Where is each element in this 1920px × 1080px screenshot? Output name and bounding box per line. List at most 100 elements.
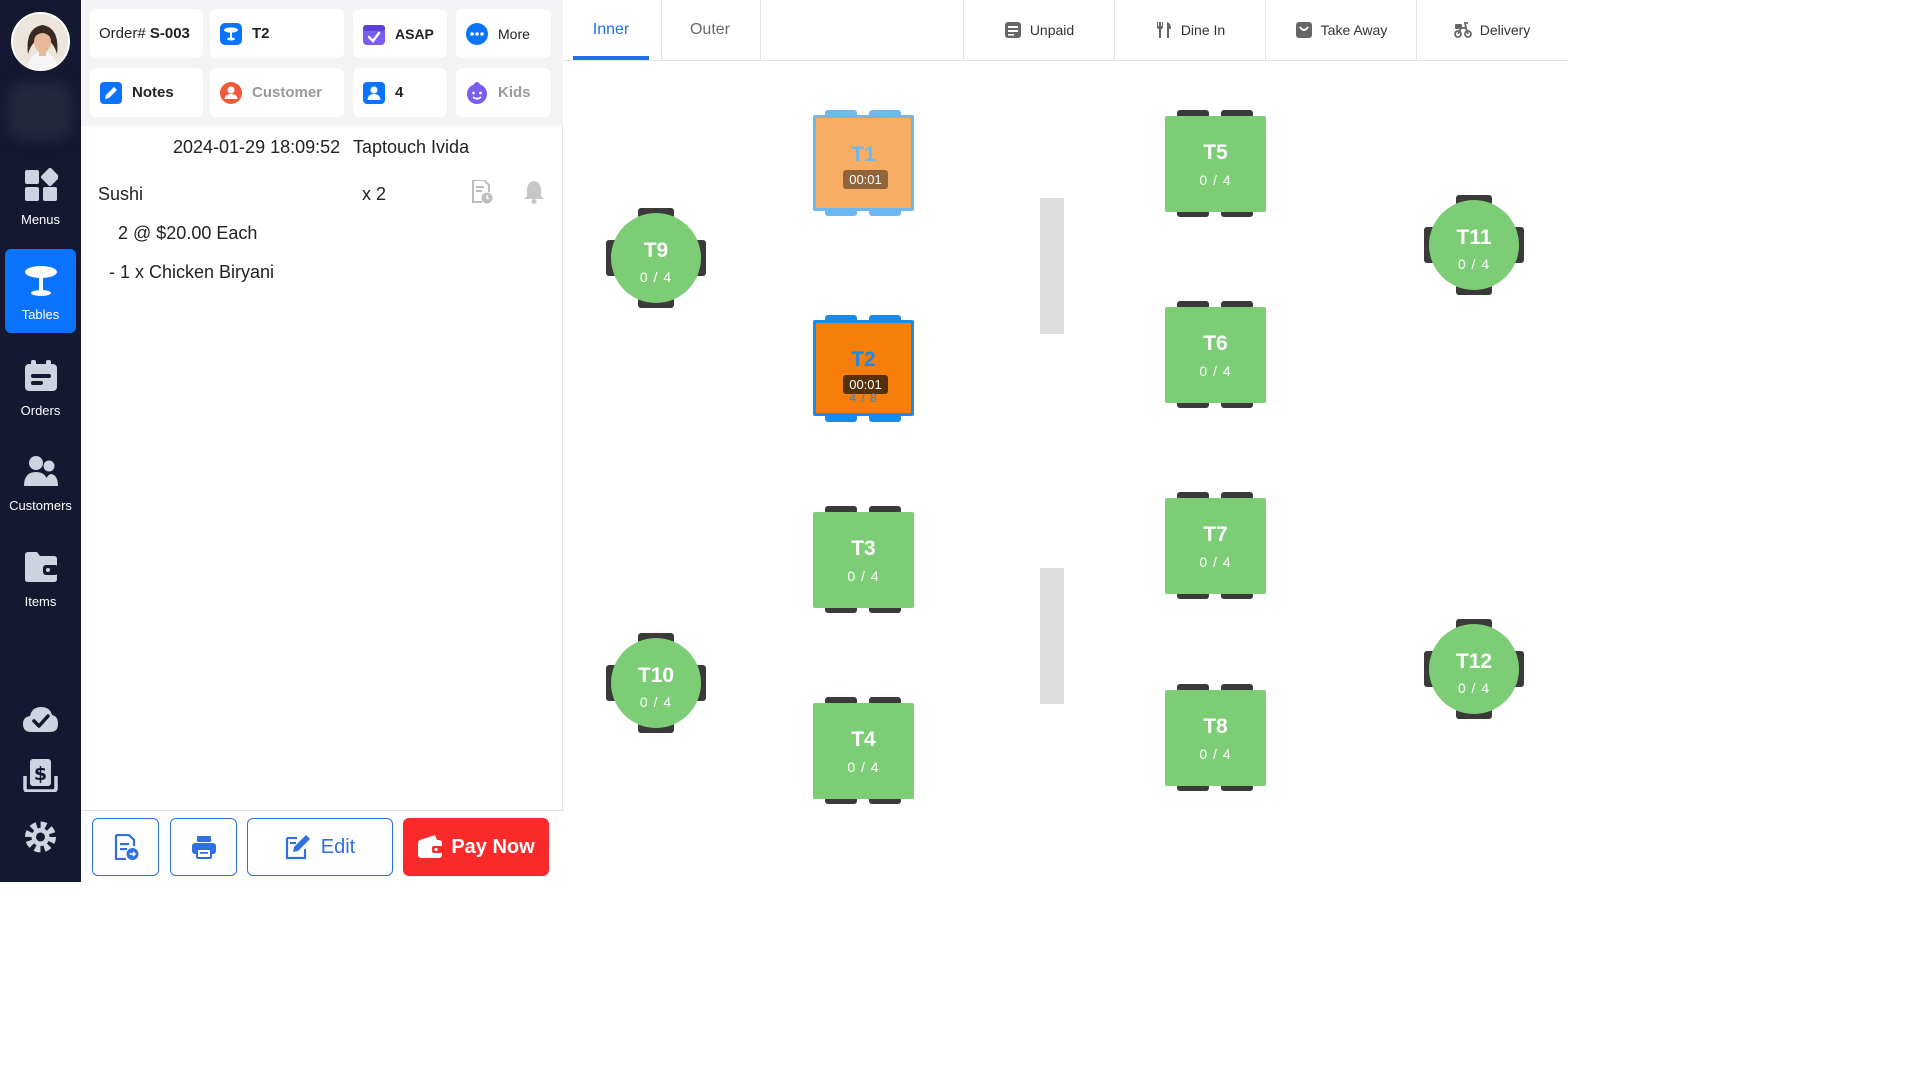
table-t4[interactable]: T4 0 / 4 [813, 703, 914, 799]
order-number: S-003 [149, 25, 190, 42]
customer-button[interactable]: Customer [210, 68, 344, 117]
nav-label-items: Items [24, 594, 57, 609]
table-value: T2 [252, 25, 270, 42]
nav-label-customers: Customers [9, 498, 72, 513]
table-icon [220, 22, 242, 45]
table-guests: 0 / 4 [847, 759, 880, 775]
grid-icon [25, 168, 58, 201]
item-note-icon[interactable] [471, 180, 493, 204]
table-guests: 0 / 4 [1457, 256, 1491, 272]
table-icon [25, 266, 57, 296]
nav-item-items[interactable]: Items [5, 536, 76, 620]
table-guests: 0 / 4 [1199, 746, 1232, 762]
item-name[interactable]: Sushi [98, 184, 143, 205]
edit-label: Edit [320, 835, 356, 858]
floor-partition [1040, 568, 1064, 704]
item-quantity: x 2 [362, 184, 387, 204]
cash-drawer-icon[interactable]: $ [22, 758, 59, 792]
table-t1[interactable]: T1 00:01 [813, 115, 914, 211]
pay-now-label: Pay Now [451, 835, 535, 858]
table-name: T3 [851, 537, 876, 560]
table-guests: 0 / 4 [1199, 363, 1232, 379]
main-nav: Menus Tables Orders Customers Items $ [0, 0, 81, 882]
receipt-icon [1004, 22, 1021, 38]
bell-icon[interactable] [523, 180, 545, 204]
edit-button[interactable]: Edit [247, 818, 393, 876]
table-name: T11 [1456, 226, 1492, 249]
cloud-sync-icon[interactable] [22, 702, 59, 736]
user-icon [220, 81, 242, 104]
guests-button[interactable]: 4 [353, 68, 447, 117]
order-number-label: Order# [99, 25, 146, 42]
order-number-button[interactable]: Order# S-003 [90, 9, 203, 58]
filter-unpaid-label: Unpaid [1029, 22, 1075, 38]
orders-icon [25, 360, 57, 391]
table-name: T12 [1455, 650, 1493, 673]
scooter-icon [1453, 22, 1472, 38]
gear-icon[interactable] [22, 820, 59, 854]
more-icon [466, 22, 488, 45]
pay-now-button[interactable]: Pay Now [403, 818, 549, 876]
tab-inner[interactable]: Inner [573, 0, 649, 60]
split-bill-button[interactable] [92, 818, 159, 876]
filter-delivery-label: Delivery [1479, 22, 1531, 38]
print-button[interactable] [170, 818, 237, 876]
floor-partition [1040, 198, 1064, 334]
table-guests: 0 / 4 [1457, 680, 1491, 696]
table-guests: 0 / 4 [1199, 172, 1232, 188]
table-name: T7 [1203, 523, 1228, 546]
table-t9[interactable]: T9 0 / 4 [611, 213, 701, 303]
filter-take-away[interactable]: Take Away [1266, 0, 1416, 60]
utensils-icon [1156, 22, 1171, 38]
table-timer: 00:01 [843, 170, 888, 189]
table-t7[interactable]: T7 0 / 4 [1165, 498, 1266, 594]
table-guests: 4 / 8 [849, 391, 878, 405]
order-datetime: 2024-01-29 18:09:52 [173, 137, 341, 157]
customer-label: Customer [252, 84, 323, 101]
kid-face-icon [467, 81, 487, 104]
pencil-icon [100, 81, 122, 104]
table-name: T2 [851, 348, 876, 371]
order-options: Order# S-003 T2 ASAP More Notes Customer… [81, 0, 563, 126]
printer-icon [191, 836, 216, 859]
table-name: T5 [1203, 141, 1228, 164]
timing-button[interactable]: ASAP [353, 9, 447, 58]
table-t8[interactable]: T8 0 / 4 [1165, 690, 1266, 786]
table-t2[interactable]: T2 00:01 4 / 8 [813, 320, 914, 416]
nav-item-menus[interactable]: Menus [5, 154, 76, 238]
table-name: T8 [1203, 715, 1228, 738]
folder-icon [25, 552, 58, 582]
table-guests: 0 / 4 [639, 694, 673, 710]
tab-outer[interactable]: Outer [661, 0, 759, 60]
active-tab-indicator [573, 56, 649, 60]
order-panel: Order# S-003 T2 ASAP More Notes Customer… [81, 0, 563, 882]
person-icon [363, 81, 385, 104]
kids-button[interactable]: Kids [456, 68, 551, 117]
nav-item-orders[interactable]: Orders [5, 345, 76, 429]
bill-share-icon [114, 834, 138, 860]
tab-divider [760, 0, 761, 60]
order-actions: Edit Pay Now [81, 810, 563, 882]
blurred-logo [8, 82, 72, 140]
table-t5[interactable]: T5 0 / 4 [1165, 116, 1266, 212]
table-t11[interactable]: T11 0 / 4 [1429, 200, 1519, 290]
table-t12[interactable]: T12 0 / 4 [1429, 624, 1519, 714]
filter-take-away-label: Take Away [1320, 22, 1388, 38]
notes-button[interactable]: Notes [90, 68, 203, 117]
table-t10[interactable]: T10 0 / 4 [611, 638, 701, 728]
more-button[interactable]: More [456, 9, 551, 58]
table-t6[interactable]: T6 0 / 4 [1165, 307, 1266, 403]
filter-delivery[interactable]: Delivery [1417, 0, 1567, 60]
item-price: 2 @ $20.00 Each [118, 223, 258, 243]
nav-item-customers[interactable]: Customers [5, 440, 76, 524]
avatar[interactable] [11, 12, 70, 71]
table-guests: 0 / 4 [639, 269, 673, 285]
nav-label-tables: Tables [21, 307, 60, 322]
table-select-button[interactable]: T2 [210, 9, 344, 58]
filter-dine-in[interactable]: Dine In [1115, 0, 1265, 60]
table-guests: 0 / 4 [1199, 554, 1232, 570]
filter-unpaid[interactable]: Unpaid [964, 0, 1114, 60]
table-t3[interactable]: T3 0 / 4 [813, 512, 914, 608]
customers-icon [24, 456, 58, 486]
nav-item-tables[interactable]: Tables [5, 249, 76, 333]
